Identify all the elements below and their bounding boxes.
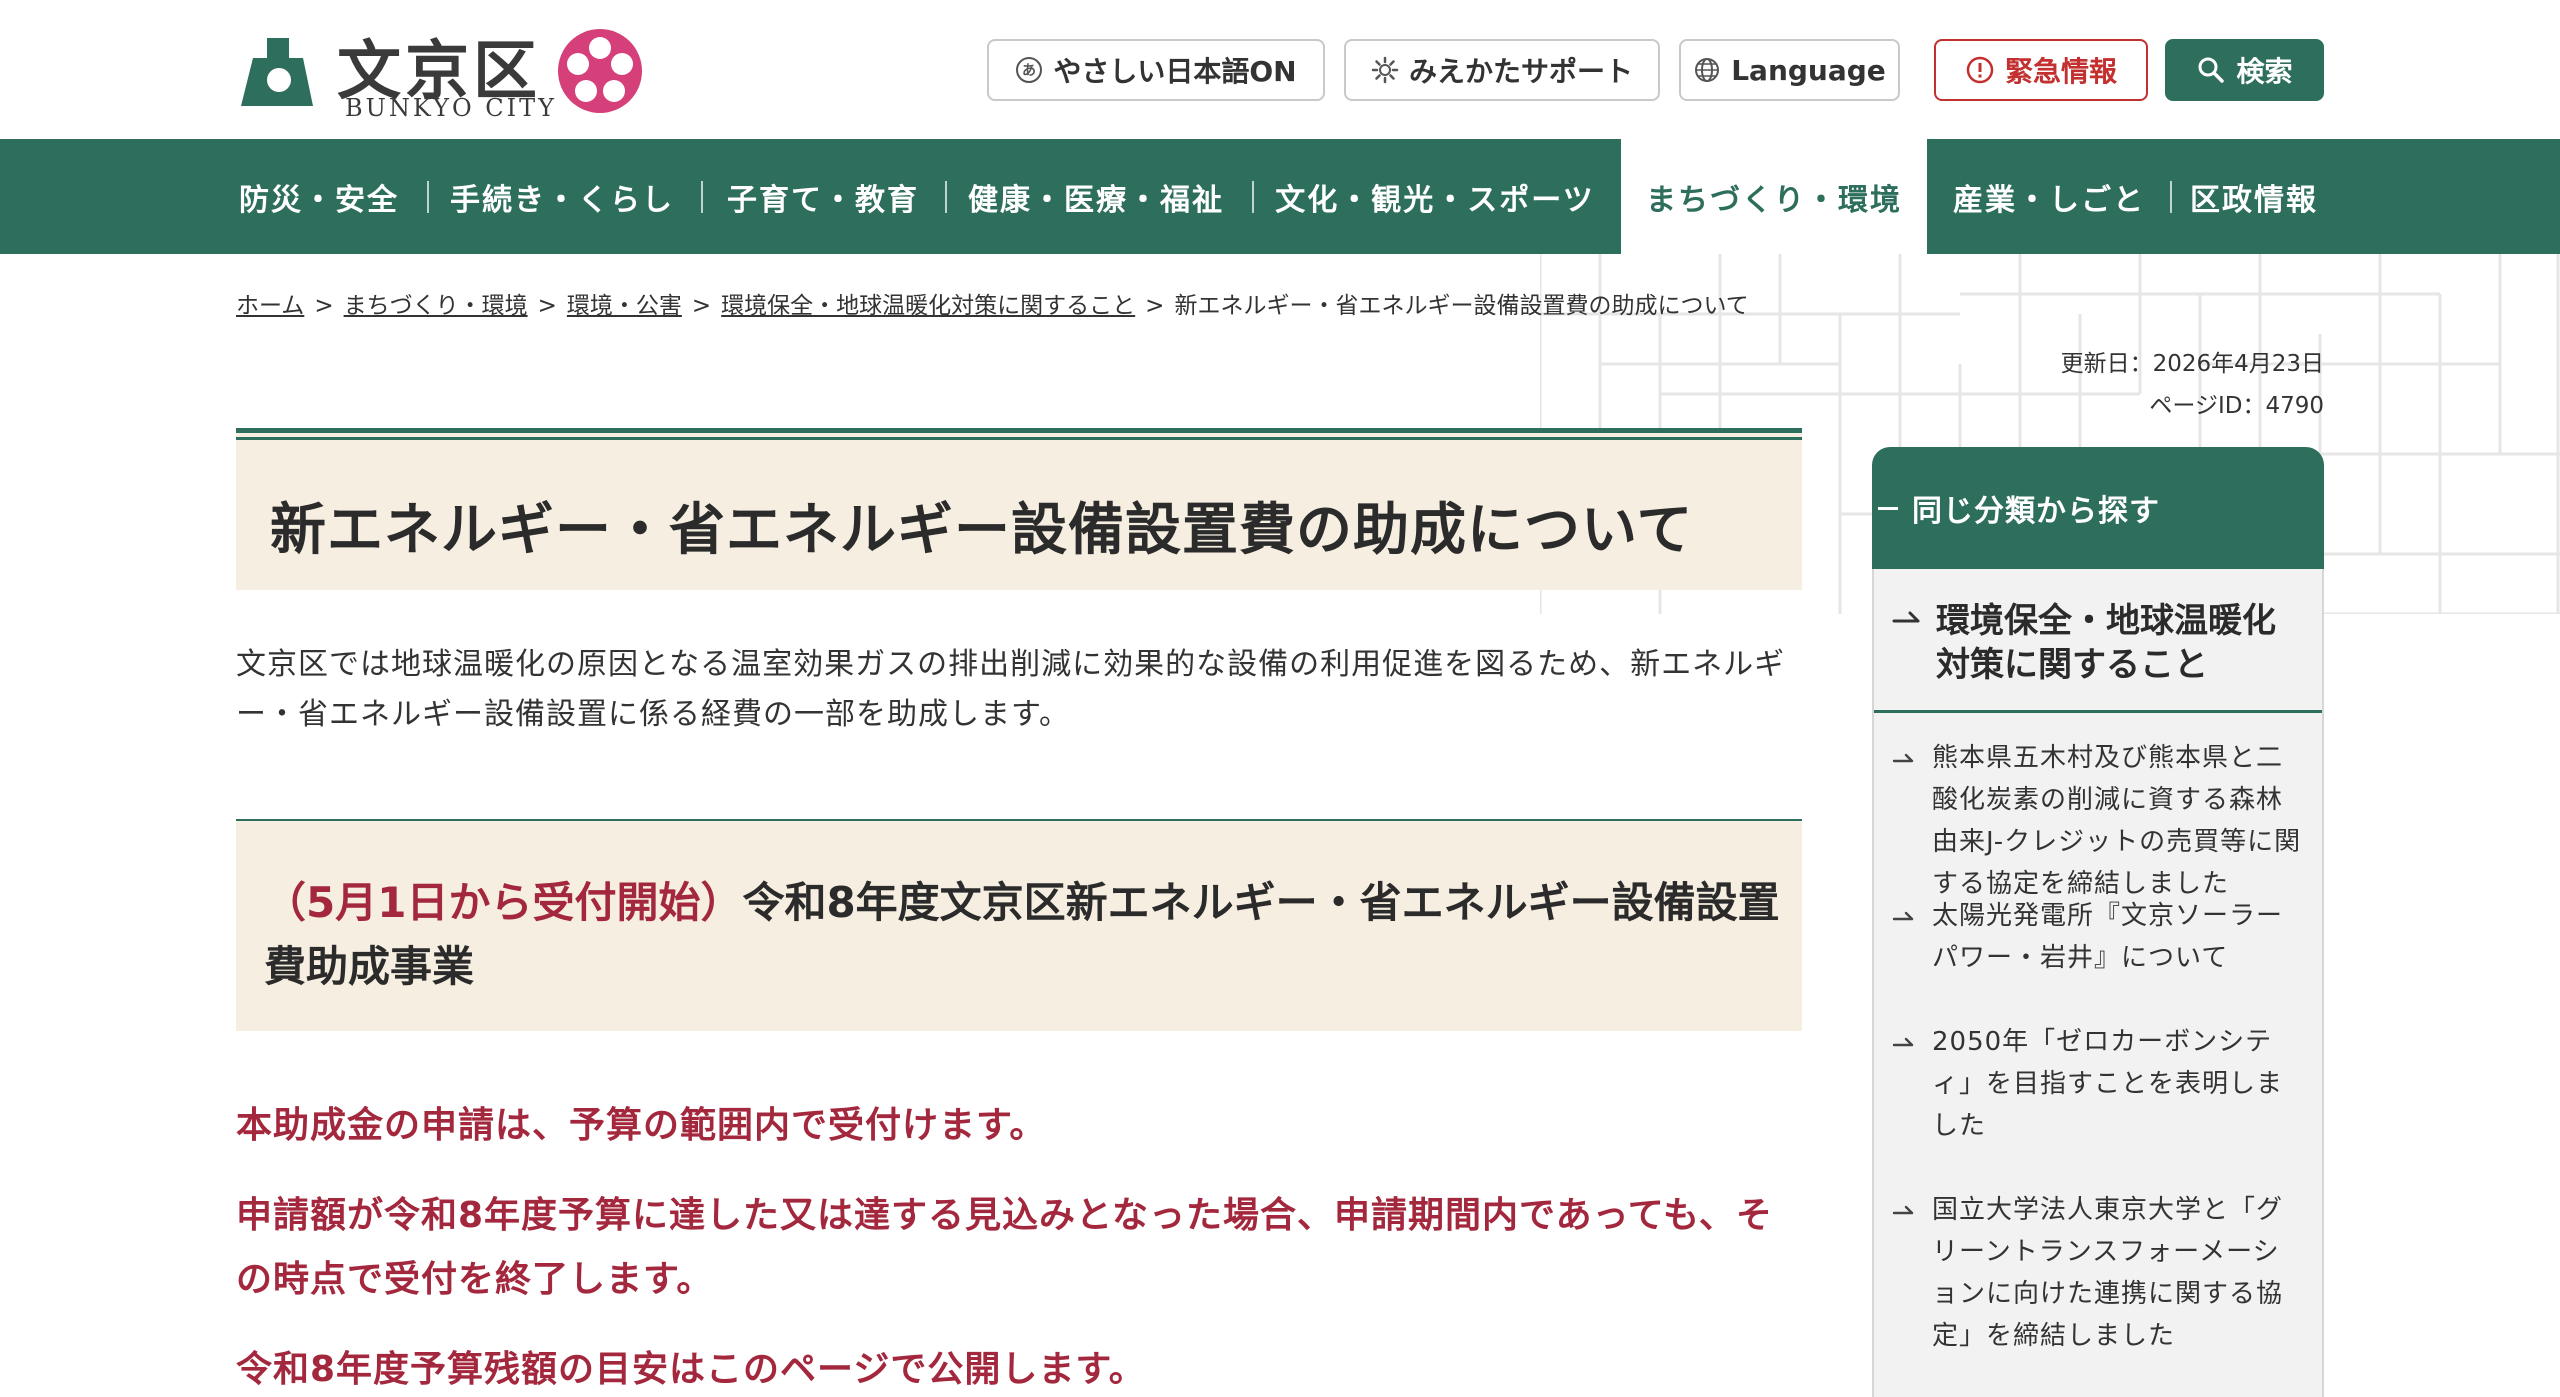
- notice-budget: 本助成金の申請は、予算の範囲内で受付けます。: [236, 1105, 1047, 1146]
- display-support-label: みえかたサポート: [1408, 55, 1633, 88]
- nav-item-kenkou[interactable]: 健康・医療・福祉: [964, 139, 1228, 254]
- easy-japanese-icon: あ: [1016, 57, 1043, 83]
- sidebar-body: 環境保全・地球温暖化対策に関すること 熊本県五木村及び熊本県と二酸化炭素の削減に…: [1872, 569, 2324, 1397]
- sidebar-item-kumamoto[interactable]: 熊本県五木村及び熊本県と二酸化炭素の削減に資する森林由来J-クレジットの売買等に…: [1874, 737, 2322, 899]
- search-icon: [2198, 57, 2225, 83]
- nav-item-kosodate[interactable]: 子育て・教育: [720, 139, 926, 254]
- sidebar-parent-label: 環境保全・地球温暖化対策に関すること: [1936, 601, 2276, 685]
- lead-paragraph: 文京区では地球温暖化の原因となる温室効果ガスの排出削減に効果的な設備の利用促進を…: [236, 647, 1786, 732]
- arrow-right-icon: [1892, 1037, 1914, 1047]
- sidebar-heading: 同じ分類から探す: [1872, 447, 2324, 569]
- nav-item-bunka[interactable]: 文化・観光・スポーツ: [1270, 139, 1600, 254]
- breadcrumb-link-home[interactable]: ホーム: [236, 293, 304, 319]
- arrow-right-icon: [1892, 611, 1920, 623]
- gear-icon: [1371, 56, 1399, 84]
- sidebar-item-label: 国立大学法人東京大学と「グリーントランスフォーメーションに向けた連携に関する協定…: [1932, 1195, 2284, 1351]
- easy-japanese-button[interactable]: あ やさしい日本語ON: [987, 39, 1325, 101]
- section-heading: （5月1日から受付開始）令和8年度文京区新エネルギー・省エネルギー設備設置費助成…: [264, 871, 1784, 999]
- breadcrumb-separator: >: [314, 293, 334, 319]
- sidebar-item-label: 太陽光発電所『文京ソーラーパワー・岩井』について: [1932, 901, 2284, 973]
- updated-date: 更新日：2026年4月23日: [2060, 351, 2324, 377]
- sidebar-item-solar[interactable]: 太陽光発電所『文京ソーラーパワー・岩井』について: [1874, 895, 2322, 985]
- nav-separator: [2170, 181, 2172, 213]
- main-content: 新エネルギー・省エネルギー設備設置費の助成について: [236, 428, 1802, 590]
- breadcrumb-link-kankyo-kougai[interactable]: 環境・公害: [567, 293, 682, 319]
- breadcrumb-current: 新エネルギー・省エネルギー設備設置費の助成について: [1174, 293, 1749, 319]
- section-heading-highlight: （5月1日から受付開始）: [264, 878, 743, 927]
- nav-item-kusei[interactable]: 区政情報: [2184, 139, 2324, 254]
- breadcrumb-link-kankyo-hozen[interactable]: 環境保全・地球温暖化対策に関すること: [721, 293, 1135, 319]
- bunkyo-mark-icon: [241, 38, 313, 106]
- logo-subtitle: BUNKYO CITY: [345, 94, 557, 122]
- notice-remaining-budget: 令和8年度予算残額の目安はこのページで公開します。: [236, 1349, 1146, 1390]
- arrow-right-icon: [1892, 1205, 1914, 1215]
- breadcrumb-separator: >: [537, 293, 557, 319]
- language-button[interactable]: Language: [1679, 39, 1900, 101]
- arrow-right-icon: [1892, 911, 1914, 921]
- language-label: Language: [1731, 53, 1886, 87]
- breadcrumb: ホーム > まちづくり・環境 > 環境・公害 > 環境保全・地球温暖化対策に関すること > 新エ…: [236, 286, 1749, 320]
- breadcrumb-separator: >: [1145, 293, 1165, 319]
- breadcrumb-separator: >: [691, 293, 712, 319]
- nav-item-sangyou[interactable]: 産業・しごと: [1946, 139, 2152, 254]
- emergency-info-button[interactable]: 緊急情報: [1934, 39, 2148, 101]
- sidebar-parent-link[interactable]: 環境保全・地球温暖化対策に関すること: [1874, 569, 2322, 713]
- sidebar-same-category: 同じ分類から探す 環境保全・地球温暖化対策に関すること 熊本県五木村及び熊本県と…: [1872, 447, 2324, 1397]
- site-header: 文京区 BUNKYO CITY あ やさしい日本語ON みえかたサポート Lan…: [0, 0, 2560, 139]
- breadcrumb-link-machizukuri[interactable]: まちづくり・環境: [344, 293, 528, 319]
- globe-icon: [1695, 58, 1720, 82]
- nav-separator: [1252, 181, 1254, 213]
- sidebar-heading-dash: [1878, 506, 1898, 510]
- easy-japanese-label: やさしい日本語ON: [1053, 55, 1297, 88]
- sidebar-item-todai[interactable]: 国立大学法人東京大学と「グリーントランスフォーメーションに向けた連携に関する協定…: [1874, 1189, 2322, 1359]
- bunkyo-emblem-icon: [558, 29, 642, 113]
- arrow-right-icon: [1892, 753, 1914, 763]
- nav-separator: [701, 181, 703, 213]
- page-title: 新エネルギー・省エネルギー設備設置費の助成について: [270, 498, 1694, 563]
- nav-item-machizukuri[interactable]: まちづくり・環境: [1621, 139, 1927, 254]
- global-nav: 防災・安全 手続き・くらし 子育て・教育 健康・医療・福祉 文化・観光・スポーツ…: [0, 139, 2560, 254]
- site-logo[interactable]: 文京区 BUNKYO CITY: [233, 22, 653, 122]
- sidebar-heading-label: 同じ分類から探す: [1912, 494, 2160, 529]
- nav-item-bousai[interactable]: 防災・安全: [230, 139, 408, 254]
- alert-icon: [1966, 56, 1994, 84]
- notice-termination: 申請額が令和8年度予算に達した又は達する見込みとなった場合、申請期間内であっても…: [236, 1195, 1773, 1300]
- emergency-info-label: 緊急情報: [2004, 55, 2117, 88]
- search-label: 検索: [2236, 55, 2293, 88]
- nav-separator: [945, 181, 947, 213]
- sidebar-item-label: 熊本県五木村及び熊本県と二酸化炭素の削減に資する森林由来J-クレジットの売買等に…: [1932, 743, 2302, 899]
- page-id: ページID：4790: [2149, 393, 2324, 419]
- page-title-box: 新エネルギー・省エネルギー設備設置費の助成について: [236, 428, 1802, 590]
- nav-separator: [427, 181, 429, 213]
- easy-japanese-icon-char: あ: [1022, 63, 1036, 79]
- search-button[interactable]: 検索: [2165, 39, 2324, 101]
- nav-item-tetsuzuki[interactable]: 手続き・くらし: [444, 139, 680, 254]
- section-heading-box: （5月1日から受付開始）令和8年度文京区新エネルギー・省エネルギー設備設置費助成…: [236, 819, 1802, 1031]
- sidebar-item-label: 2050年「ゼロカーボンシティ」を目指すことを表明しました: [1932, 1027, 2284, 1141]
- sidebar-item-zero-carbon[interactable]: 2050年「ゼロカーボンシティ」を目指すことを表明しました: [1874, 1021, 2322, 1151]
- display-support-button[interactable]: みえかたサポート: [1344, 39, 1660, 101]
